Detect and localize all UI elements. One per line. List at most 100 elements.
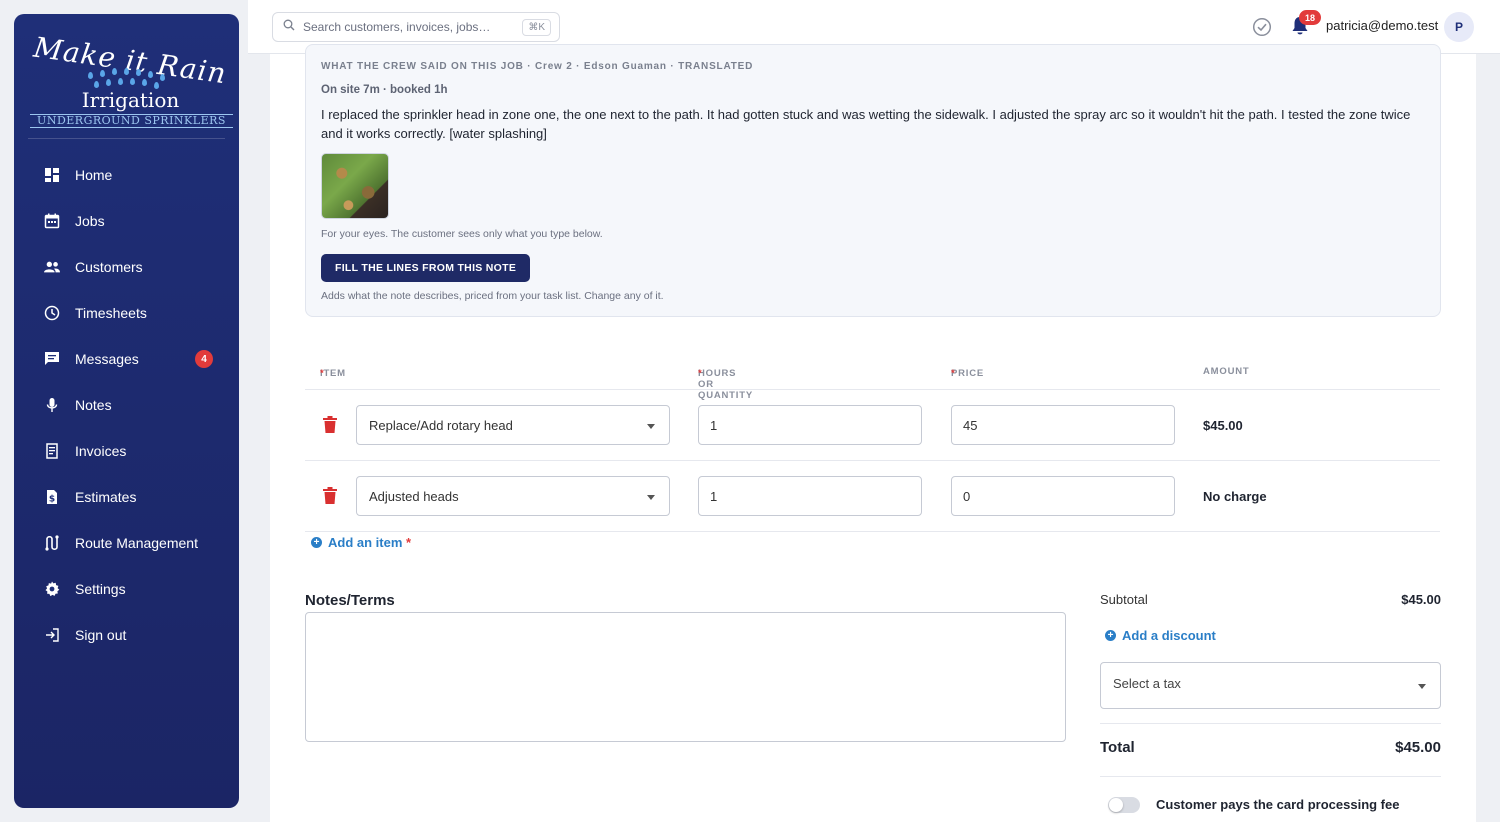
subtotal-label: Subtotal xyxy=(1100,592,1148,607)
crew-note-privacy-hint: For your eyes. The customer sees only wh… xyxy=(321,228,603,240)
line-items-header: ITEM * HOURS OR QUANTITY * PRICE * AMOUN… xyxy=(305,364,1440,401)
price-input[interactable]: 45 xyxy=(951,405,1175,445)
divider xyxy=(1100,723,1441,724)
tax-select-placeholder: Select a tax xyxy=(1113,676,1181,691)
add-item-button[interactable]: + Add an item * xyxy=(311,535,411,550)
price-input[interactable]: 0 xyxy=(951,476,1175,516)
sidebar-item-label: Settings xyxy=(75,581,126,597)
item-select[interactable]: Adjusted heads xyxy=(356,476,670,516)
sidebar-item-label: Sign out xyxy=(75,627,127,643)
chat-icon xyxy=(44,351,60,367)
plus-circle-icon: + xyxy=(1105,630,1116,641)
sidebar-divider xyxy=(28,138,225,139)
avatar[interactable]: P xyxy=(1444,12,1474,42)
line-amount: No charge xyxy=(1203,489,1267,504)
line-item-row: Replace/Add rotary head 1 45 $45.00 xyxy=(305,390,1440,461)
fill-lines-hint: Adds what the note describes, priced fro… xyxy=(321,290,664,302)
people-icon xyxy=(44,259,60,275)
notes-terms-title: Notes/Terms xyxy=(305,592,395,609)
total-value: $45.00 xyxy=(1395,739,1441,756)
sidebar-item-route-management[interactable]: Route Management xyxy=(14,520,239,566)
chevron-down-icon xyxy=(647,424,655,429)
tax-select[interactable]: Select a tax xyxy=(1100,662,1441,709)
required-mark: * xyxy=(698,368,703,379)
notes-terms-field[interactable] xyxy=(305,612,1066,742)
microphone-icon xyxy=(44,397,60,413)
crew-note-meta: On site 7m · booked 1h xyxy=(321,84,448,96)
sidebar-item-messages[interactable]: Messages 4 xyxy=(14,336,239,382)
svg-text:$: $ xyxy=(49,495,55,505)
sidebar-item-timesheets[interactable]: Timesheets xyxy=(14,290,239,336)
search-icon xyxy=(283,18,295,36)
add-discount-label: Add a discount xyxy=(1122,628,1216,643)
card-fee-toggle[interactable] xyxy=(1108,797,1140,813)
global-search[interactable]: ⌘K xyxy=(272,12,560,42)
sidebar-item-label: Messages xyxy=(75,351,139,367)
required-mark: * xyxy=(406,535,412,550)
item-select-value: Replace/Add rotary head xyxy=(369,417,513,433)
plus-circle-icon: + xyxy=(311,537,322,548)
divider xyxy=(1100,776,1441,777)
sidebar-item-label: Notes xyxy=(75,397,112,413)
notification-count-badge: 18 xyxy=(1299,10,1321,25)
sidebar-item-customers[interactable]: Customers xyxy=(14,244,239,290)
estimate-icon: $ xyxy=(44,489,60,505)
item-select[interactable]: Replace/Add rotary head xyxy=(356,405,670,445)
total-label: Total xyxy=(1100,739,1135,756)
line-item-row: Adjusted heads 1 0 No charge xyxy=(305,461,1440,532)
quantity-input[interactable]: 1 xyxy=(698,405,922,445)
sidebar-item-estimates[interactable]: $ Estimates xyxy=(14,474,239,520)
chevron-down-icon xyxy=(647,495,655,500)
unread-badge: 4 xyxy=(195,350,213,368)
brand-logo[interactable]: Make it Rain Irrigation UNDERGROUND SPRI… xyxy=(28,31,233,136)
search-shortcut: ⌘K xyxy=(522,19,551,36)
sidebar-item-jobs[interactable]: Jobs xyxy=(14,198,239,244)
required-mark: * xyxy=(951,368,956,379)
calendar-icon xyxy=(44,213,60,229)
sidebar-item-label: Customers xyxy=(75,259,143,275)
add-item-label: Add an item xyxy=(328,535,403,550)
sidebar-item-label: Jobs xyxy=(75,213,105,229)
fill-lines-button[interactable]: FILL THE LINES FROM THIS NOTE xyxy=(321,254,531,282)
crew-note-card: WHAT THE CREW SAID ON THIS JOB · Crew 2 … xyxy=(305,44,1441,317)
sidebar-item-invoices[interactable]: Invoices xyxy=(14,428,239,474)
line-amount: $45.00 xyxy=(1203,418,1243,433)
sidebar-item-settings[interactable]: Settings xyxy=(14,566,239,612)
check-circle-icon[interactable] xyxy=(1252,17,1272,42)
item-select-value: Adjusted heads xyxy=(369,488,459,504)
brand-line-3: UNDERGROUND SPRINKLERS xyxy=(30,114,233,128)
subtotal-value: $45.00 xyxy=(1401,592,1441,607)
chevron-down-icon xyxy=(1418,684,1426,689)
sidebar-item-label: Invoices xyxy=(75,443,127,459)
sidebar-item-notes[interactable]: Notes xyxy=(14,382,239,428)
card-fee-label: Customer pays the card processing fee xyxy=(1156,797,1400,812)
invoice-editor: WHAT THE CREW SAID ON THIS JOB · Crew 2 … xyxy=(270,44,1476,822)
required-mark: * xyxy=(320,368,325,379)
sidebar-item-sign-out[interactable]: Sign out xyxy=(14,612,239,658)
route-icon xyxy=(44,535,60,551)
delete-item-icon[interactable] xyxy=(323,416,337,438)
job-photo-thumbnail[interactable] xyxy=(321,153,389,219)
amount-column-header: AMOUNT xyxy=(1203,366,1250,377)
crew-note-transcript: I replaced the sprinkler head in zone on… xyxy=(321,107,1411,141)
search-input[interactable] xyxy=(303,20,523,34)
gear-icon xyxy=(44,581,60,597)
user-email[interactable]: patricia@demo.test xyxy=(1326,18,1438,33)
sidebar-item-label: Route Management xyxy=(75,535,198,551)
sidebar-item-label: Home xyxy=(75,167,113,183)
invoice-icon xyxy=(44,443,60,459)
toggle-knob xyxy=(1109,798,1123,812)
clock-icon xyxy=(44,305,60,321)
add-discount-button[interactable]: + Add a discount xyxy=(1105,628,1216,643)
quantity-input[interactable]: 1 xyxy=(698,476,922,516)
sidebar-nav: Home Jobs Customers Timesheets Messages xyxy=(14,152,239,658)
crew-note-heading: WHAT THE CREW SAID ON THIS JOB · Crew 2 … xyxy=(321,61,754,72)
price-header-label: PRICE xyxy=(951,368,985,379)
brand-line-2: Irrigation xyxy=(81,88,180,112)
sidebar-item-label: Timesheets xyxy=(75,305,147,321)
dashboard-icon xyxy=(44,167,60,183)
sidebar-item-label: Estimates xyxy=(75,489,137,505)
sign-out-icon xyxy=(44,627,60,643)
sidebar-item-home[interactable]: Home xyxy=(14,152,239,198)
delete-item-icon[interactable] xyxy=(323,487,337,509)
